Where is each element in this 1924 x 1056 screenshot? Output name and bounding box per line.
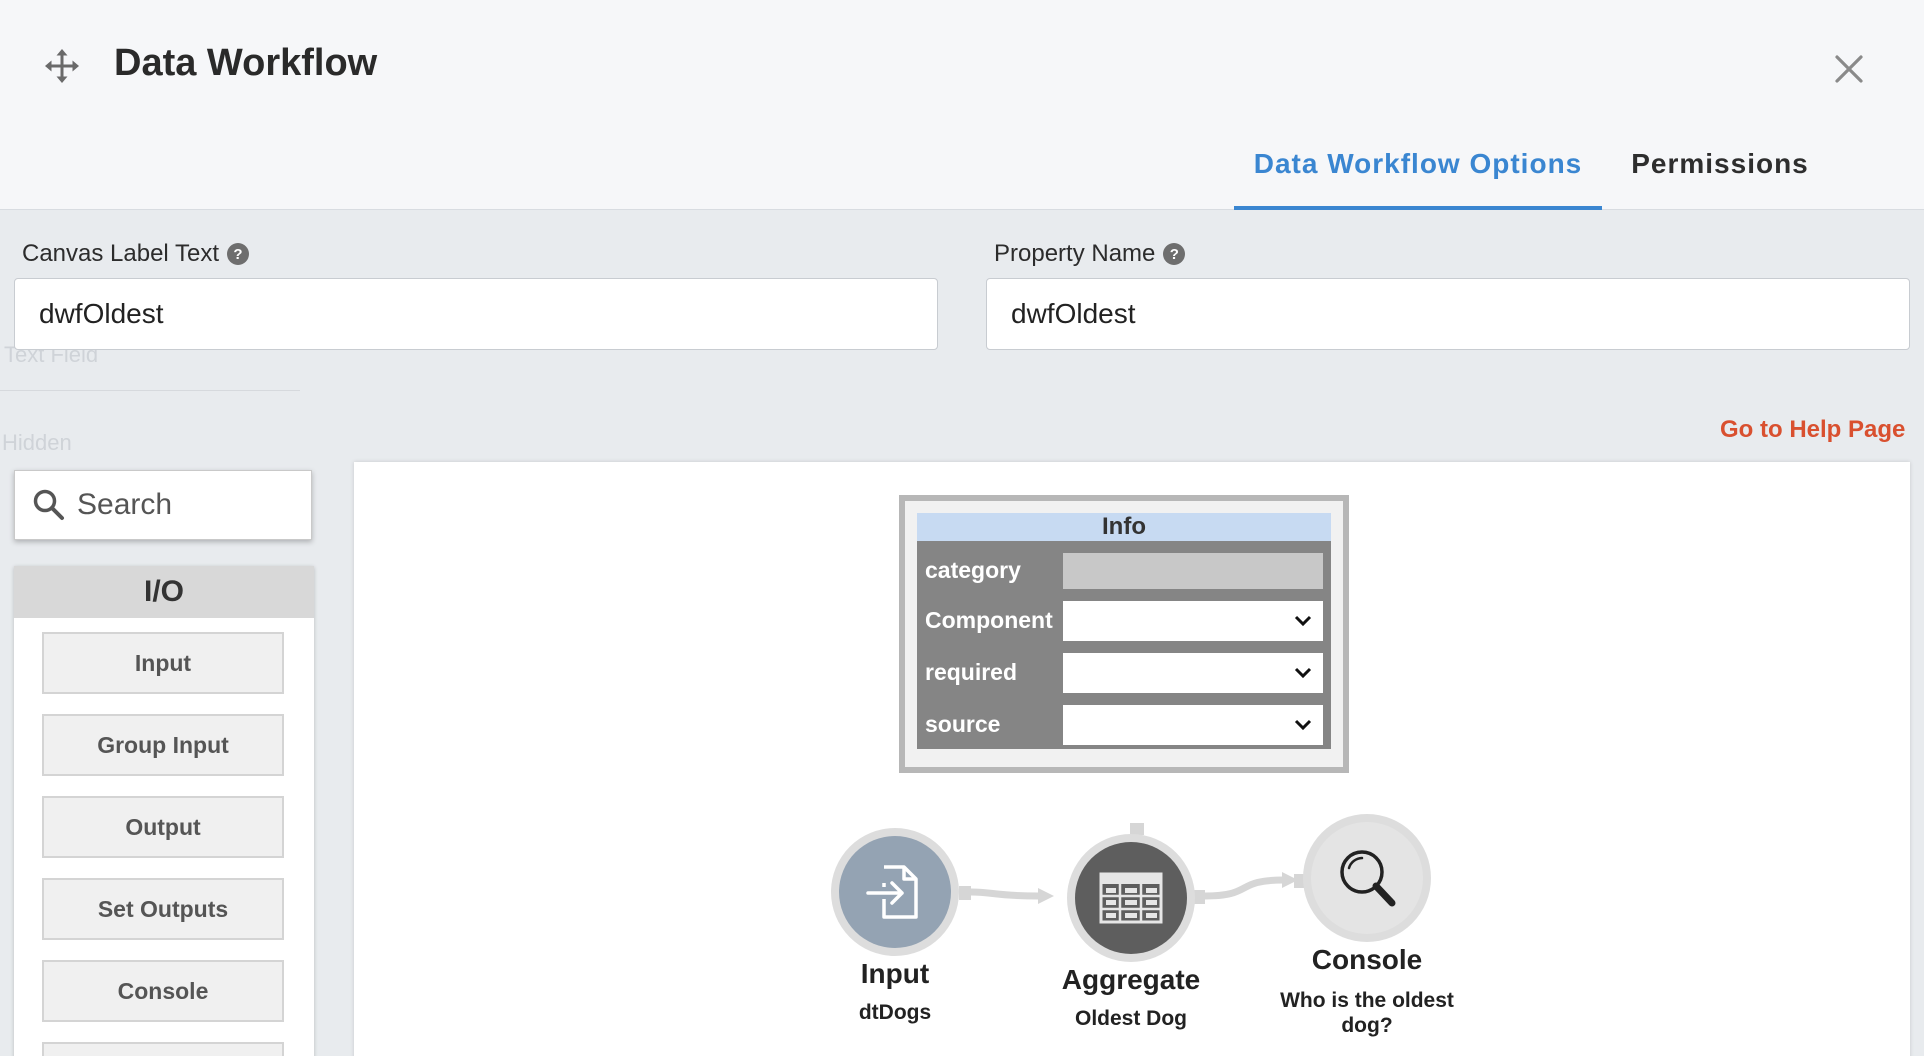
help-page-link[interactable]: Go to Help Page [1720, 416, 1905, 444]
node-subtitle: Oldest Dog [1074, 1007, 1187, 1030]
node-face [1311, 822, 1423, 934]
node-title: Console [1311, 944, 1423, 975]
move-icon[interactable] [44, 48, 80, 84]
dialog-title: Data Workflow [114, 42, 378, 84]
palette-item-output[interactable]: Output [42, 796, 284, 858]
background-text: Hidden [2, 430, 72, 455]
workflow-node-aggregate[interactable] [1067, 834, 1195, 962]
palette-search-input[interactable]: Search [14, 470, 312, 540]
canvas-label-text-caption: Canvas Label Text [22, 240, 220, 267]
background-divider [0, 390, 300, 391]
node-face [1075, 842, 1187, 954]
tab-permissions[interactable]: Permissions [1610, 140, 1830, 210]
palette-item-more[interactable] [42, 1042, 284, 1056]
workflow-node-console[interactable] [1303, 814, 1431, 942]
property-name-input[interactable] [986, 278, 1910, 350]
node-subtitle: dtDogs [858, 1001, 932, 1024]
help-icon[interactable]: ? [1163, 243, 1186, 265]
palette-group-header[interactable]: I/O [14, 566, 314, 618]
node-title: Aggregate [1061, 964, 1201, 995]
workflow-node-input[interactable] [831, 828, 959, 956]
workflow-canvas[interactable]: Info category Component required source [354, 462, 1910, 1056]
palette-item-input[interactable]: Input [42, 632, 284, 694]
dialog-header: Data Workflow Data Workflow Options Perm… [0, 0, 1924, 210]
import-file-icon [866, 865, 918, 919]
help-icon[interactable]: ? [227, 243, 250, 265]
search-placeholder: Search [77, 488, 173, 521]
palette-item-set-outputs[interactable]: Set Outputs [42, 878, 284, 940]
close-icon[interactable] [1832, 52, 1866, 86]
node-palette: I/O Input Group Input Output Set Outputs… [14, 566, 314, 1056]
palette-item-console[interactable]: Console [42, 960, 284, 1022]
tab-data-workflow-options[interactable]: Data Workflow Options [1234, 140, 1602, 210]
table-grid-icon [1099, 872, 1163, 924]
connector-aggregate-console [1201, 876, 1288, 900]
property-name-label: Property Name ? [994, 240, 1186, 268]
property-name-caption: Property Name [994, 240, 1156, 267]
canvas-label-text-label: Canvas Label Text ? [22, 240, 250, 268]
magnifier-icon [1340, 850, 1396, 907]
search-icon [33, 489, 64, 520]
node-title: Input [860, 958, 930, 989]
connector-input-aggregate [967, 888, 1043, 900]
canvas-label-text-input[interactable] [14, 278, 938, 350]
palette-item-group-input[interactable]: Group Input [42, 714, 284, 776]
node-face [839, 836, 951, 948]
node-subtitle: Who is the oldest dog? [1280, 989, 1454, 1037]
